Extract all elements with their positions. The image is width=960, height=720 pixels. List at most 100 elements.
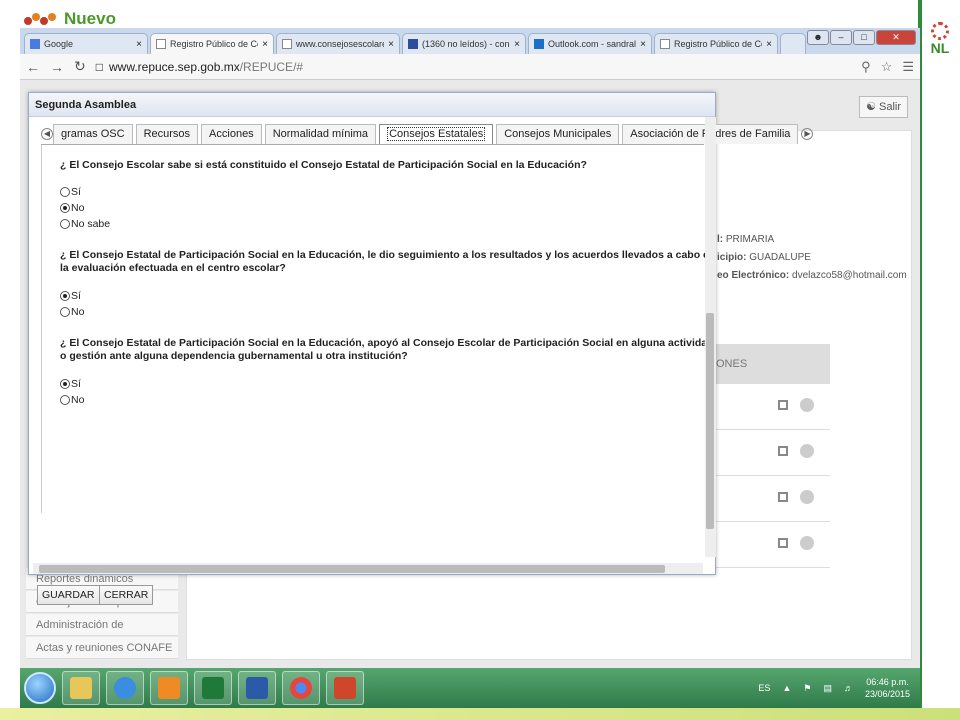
- scroll-thumb[interactable]: [39, 565, 665, 573]
- radio-q1-no-sabe[interactable]: No sabe: [60, 217, 110, 231]
- tab-consejos-estatales[interactable]: Consejos Estatales: [379, 123, 494, 144]
- salir-button[interactable]: ☯ Salir: [859, 96, 908, 118]
- option-label: Sí: [71, 186, 81, 198]
- cerrar-button[interactable]: CERRAR: [99, 585, 154, 605]
- menu-icon[interactable]: ☰: [902, 59, 914, 75]
- page-icon: [156, 39, 166, 49]
- mail-icon: [408, 39, 418, 49]
- radio-button[interactable]: [60, 219, 70, 229]
- tab-acciones[interactable]: Acciones: [201, 123, 262, 144]
- guardar-button[interactable]: GUARDAR: [37, 585, 100, 605]
- close-icon[interactable]: ×: [262, 39, 268, 50]
- print-icon[interactable]: [778, 446, 788, 456]
- network-icon[interactable]: ▤: [823, 683, 832, 694]
- print-icon[interactable]: [778, 538, 788, 548]
- radio-button[interactable]: [60, 187, 70, 197]
- bookmark-star-icon[interactable]: ☆: [881, 59, 893, 75]
- radio-q3-si[interactable]: Sí: [60, 377, 81, 391]
- table-row: [706, 386, 830, 430]
- horizontal-scrollbar[interactable]: [33, 563, 703, 574]
- radio-button[interactable]: [60, 379, 70, 389]
- sidebar-item-actas-conafe[interactable]: Actas y reuniones CONAFE: [26, 637, 178, 659]
- clock-time: 06:46 p.m.: [866, 677, 909, 687]
- print-icon[interactable]: [778, 492, 788, 502]
- dropdown-circle-icon[interactable]: [800, 490, 814, 504]
- tab-programas-osc[interactable]: gramas OSC: [53, 123, 133, 144]
- url-field[interactable]: □ www.repuce.sep.gob.mx/REPUCE/#: [96, 60, 851, 74]
- minimize-button[interactable]: –: [830, 30, 852, 45]
- flag-icon[interactable]: ⚑: [803, 683, 811, 694]
- tab-title: (1360 no leídos) - conesc: [422, 39, 510, 49]
- close-icon[interactable]: ×: [136, 39, 142, 50]
- taskbar-powerpoint[interactable]: [326, 671, 364, 705]
- radio-q2-no[interactable]: No: [60, 305, 84, 319]
- browser-tab-mail[interactable]: (1360 no leídos) - conesc ×: [402, 33, 526, 54]
- radio-q1-si[interactable]: Sí: [60, 185, 81, 199]
- zoom-icon[interactable]: ⚲: [861, 59, 871, 75]
- tab-title: www.consejosescolares.se: [296, 39, 384, 49]
- dropdown-circle-icon[interactable]: [800, 398, 814, 412]
- taskbar-internet-explorer[interactable]: [106, 671, 144, 705]
- browser-tab-consejos[interactable]: www.consejosescolares.se ×: [276, 33, 400, 54]
- radio-q3-no[interactable]: No: [60, 393, 84, 407]
- tab-title: Outlook.com - sandralcg: [548, 39, 637, 49]
- user-icon[interactable]: ☻: [807, 30, 829, 45]
- taskbar-excel[interactable]: [194, 671, 232, 705]
- close-icon[interactable]: ×: [640, 39, 646, 50]
- taskbar-media-player[interactable]: [150, 671, 188, 705]
- radio-q2-si[interactable]: Sí: [60, 289, 81, 303]
- taskbar-file-explorer[interactable]: [62, 671, 100, 705]
- radio-q1-no[interactable]: No: [60, 201, 84, 215]
- browser-tab-registro[interactable]: Registro Público de Conse ×: [150, 33, 274, 54]
- tab-scroll-left-icon[interactable]: ◀: [41, 127, 53, 140]
- option-label: Sí: [71, 378, 81, 390]
- browser-window: Google × Registro Público de Conse × www…: [20, 28, 920, 668]
- volume-icon[interactable]: ♬: [844, 683, 853, 693]
- browser-tab-google[interactable]: Google ×: [24, 33, 148, 54]
- vertical-scrollbar[interactable]: [705, 117, 716, 557]
- address-bar-row: ← → ↻ □ www.repuce.sep.gob.mx/REPUCE/# ⚲…: [20, 54, 920, 80]
- reload-icon[interactable]: ↻: [74, 58, 86, 75]
- language-indicator[interactable]: ES: [758, 683, 770, 693]
- new-tab-button[interactable]: [780, 33, 806, 54]
- close-icon[interactable]: ×: [766, 39, 772, 50]
- print-icon[interactable]: [778, 400, 788, 410]
- radio-button[interactable]: [60, 307, 70, 317]
- option-label: No: [71, 394, 85, 406]
- question-1: ¿ El Consejo Escolar sabe si está consti…: [60, 159, 587, 171]
- clock[interactable]: 06:46 p.m. 23/06/2015: [865, 676, 910, 700]
- taskbar-chrome[interactable]: [282, 671, 320, 705]
- dropdown-circle-icon[interactable]: [800, 444, 814, 458]
- tab-normalidad-minima[interactable]: Normalidad mínima: [264, 123, 377, 144]
- scroll-thumb[interactable]: [706, 313, 714, 529]
- table-row: [706, 524, 830, 568]
- background-table-header: ONES: [706, 344, 830, 384]
- info-nivel: l: PRIMARIA: [717, 234, 774, 245]
- maximize-button[interactable]: □: [853, 30, 875, 45]
- window-close-button[interactable]: ✕: [876, 30, 916, 45]
- tray-arrow-icon[interactable]: ▲: [782, 683, 791, 693]
- radio-button[interactable]: [60, 395, 70, 405]
- dialog-body: ¿ El Consejo Escolar sabe si está consti…: [41, 145, 711, 513]
- close-icon[interactable]: ×: [388, 39, 394, 50]
- info-municipio: icipio: GUADALUPE: [717, 252, 811, 263]
- tab-consejos-municipales[interactable]: Consejos Municipales: [496, 123, 620, 144]
- info-value: GUADALUPE: [746, 252, 811, 263]
- forward-arrow-icon[interactable]: →: [50, 59, 64, 75]
- dropdown-circle-icon[interactable]: [800, 536, 814, 550]
- segunda-asamblea-dialog: Segunda Asamblea ◀ gramas OSC Recursos A…: [28, 92, 814, 605]
- clock-date: 23/06/2015: [864, 689, 910, 699]
- sidebar-item-contrasenas[interactable]: Administración de contraseñas: [26, 614, 178, 653]
- radio-button[interactable]: [60, 291, 70, 301]
- tab-recursos[interactable]: Recursos: [135, 123, 199, 144]
- radio-button[interactable]: [60, 203, 70, 213]
- browser-tab-registro-2[interactable]: Registro Público de Conse ×: [654, 33, 778, 54]
- start-orb-icon[interactable]: [24, 672, 56, 704]
- tab-scroll-right-icon[interactable]: ▶: [801, 127, 814, 140]
- window-controls: ☻ – □ ✕: [807, 30, 916, 45]
- browser-tab-outlook[interactable]: Outlook.com - sandralcg ×: [528, 33, 652, 54]
- taskbar-word[interactable]: [238, 671, 276, 705]
- back-arrow-icon[interactable]: ←: [26, 59, 40, 75]
- dialog-tab-bar: ◀ gramas OSC Recursos Acciones Normalida…: [41, 123, 814, 145]
- close-icon[interactable]: ×: [514, 39, 520, 50]
